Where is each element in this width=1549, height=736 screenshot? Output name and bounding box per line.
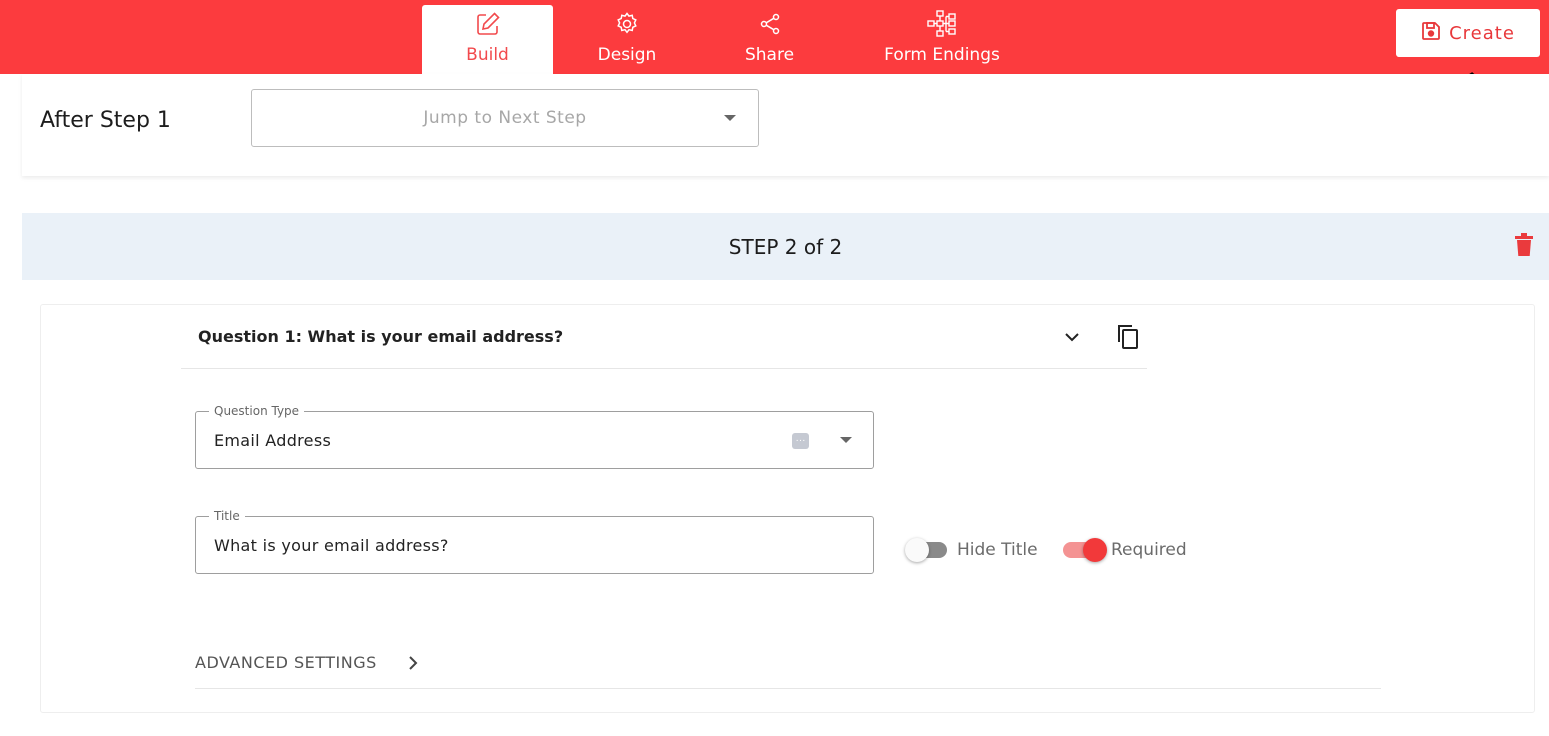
step-1-routing-card: After Step 1 Jump to Next Step bbox=[22, 74, 1549, 176]
share-icon bbox=[758, 9, 782, 39]
top-navigation-bar: Build Design Share Form Endings Create bbox=[0, 0, 1549, 74]
step-header: STEP 2 of 2 bbox=[22, 213, 1549, 280]
required-toggle-track bbox=[1063, 538, 1107, 562]
hide-title-toggle-knob bbox=[905, 538, 929, 562]
pencil-square-icon bbox=[475, 9, 501, 39]
title-input[interactable]: Title What is your email address? bbox=[195, 509, 874, 574]
hide-title-toggle[interactable]: Hide Title bbox=[905, 538, 1038, 562]
step-header-title: STEP 2 of 2 bbox=[728, 234, 843, 259]
tab-design[interactable]: Design bbox=[562, 5, 692, 74]
hide-title-label: Hide Title bbox=[957, 540, 1038, 560]
jump-select-placeholder: Jump to Next Step bbox=[423, 108, 587, 128]
question-card: Question 1: What is your email address? … bbox=[40, 304, 1535, 713]
tab-share-label: Share bbox=[744, 45, 795, 65]
tab-build-label: Build bbox=[466, 45, 509, 65]
flow-diagram-icon bbox=[927, 9, 957, 39]
chevron-right-icon bbox=[407, 654, 419, 677]
more-dots-icon: ··· bbox=[792, 433, 809, 449]
tab-design-label: Design bbox=[597, 45, 657, 65]
question-title: Question 1: What is your email address? bbox=[198, 327, 564, 346]
required-toggle[interactable]: Required bbox=[1063, 538, 1187, 562]
advanced-settings-toggle[interactable]: ADVANCED SETTINGS bbox=[195, 645, 1381, 689]
tab-form-endings[interactable]: Form Endings bbox=[872, 5, 1012, 74]
hide-title-toggle-track bbox=[905, 538, 947, 562]
jump-to-step-select[interactable]: Jump to Next Step bbox=[251, 89, 759, 147]
question-type-select[interactable]: Question Type Email Address ··· bbox=[195, 404, 874, 469]
advanced-settings-label: ADVANCED SETTINGS bbox=[195, 653, 377, 672]
after-step-label: After Step 1 bbox=[40, 108, 171, 133]
title-input-label: Title bbox=[209, 509, 245, 523]
tab-build[interactable]: Build bbox=[422, 5, 553, 74]
question-header[interactable]: Question 1: What is your email address? bbox=[181, 305, 1147, 369]
chevron-down-icon[interactable] bbox=[1063, 327, 1081, 352]
tab-form-endings-label: Form Endings bbox=[884, 45, 1000, 65]
caret-down-icon bbox=[840, 437, 852, 443]
trash-icon[interactable] bbox=[1515, 233, 1533, 262]
create-button[interactable]: Create bbox=[1396, 9, 1540, 57]
tab-share[interactable]: Share bbox=[712, 5, 827, 74]
create-button-label: Create bbox=[1449, 22, 1515, 44]
question-type-value: Email Address bbox=[214, 431, 332, 450]
copy-icon[interactable] bbox=[1115, 323, 1141, 356]
required-label: Required bbox=[1111, 540, 1187, 560]
question-type-label: Question Type bbox=[209, 404, 305, 418]
title-input-value: What is your email address? bbox=[214, 536, 449, 555]
save-icon bbox=[1421, 21, 1441, 46]
gear-icon bbox=[614, 9, 640, 39]
required-toggle-knob bbox=[1083, 538, 1107, 562]
caret-down-icon bbox=[724, 115, 736, 121]
